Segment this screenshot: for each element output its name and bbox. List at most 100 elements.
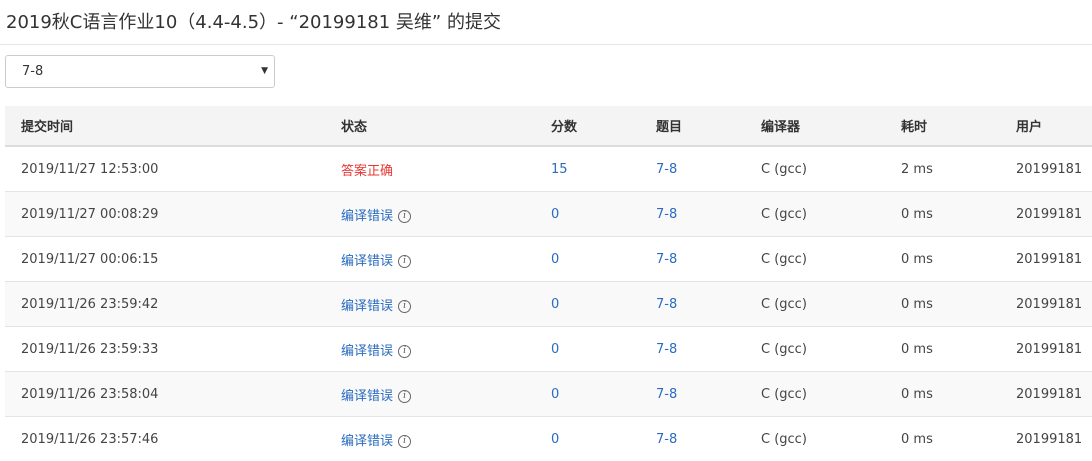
submission-score[interactable]: 15 bbox=[551, 162, 568, 177]
info-circle-icon[interactable]: i bbox=[398, 435, 411, 448]
submission-problem[interactable]: 7-8 bbox=[656, 207, 677, 222]
submission-status[interactable]: 编译错误 bbox=[341, 209, 393, 224]
column-header-compiler: 编译器 bbox=[761, 106, 901, 146]
submission-score-cell: 0 bbox=[551, 372, 656, 417]
submission-problem-cell: 7-8 bbox=[656, 327, 761, 372]
table-row: 2019/11/27 00:08:29 编译错误 i 0 7-8 C (gcc) 0 ms 2… bbox=[5, 192, 1092, 237]
submission-user-cell: 20199181 bbox=[1016, 192, 1092, 237]
submission-compiler: C (gcc) bbox=[761, 162, 807, 177]
submission-problem[interactable]: 7-8 bbox=[656, 297, 677, 312]
submission-user: 20199181 bbox=[1016, 297, 1082, 312]
submission-duration: 0 ms bbox=[901, 432, 933, 447]
submission-score-cell: 0 bbox=[551, 282, 656, 327]
submission-time: 2019/11/26 23:58:04 bbox=[21, 387, 158, 402]
submission-compiler-cell: C (gcc) bbox=[761, 146, 901, 192]
submission-problem[interactable]: 7-8 bbox=[656, 342, 677, 357]
submission-score[interactable]: 0 bbox=[551, 252, 559, 267]
submission-time: 2019/11/26 23:59:42 bbox=[21, 297, 158, 312]
submission-time: 2019/11/26 23:59:33 bbox=[21, 342, 158, 357]
submission-status-cell: 编译错误 i bbox=[341, 282, 551, 327]
column-header-time: 提交时间 bbox=[5, 106, 341, 146]
submission-score-cell: 15 bbox=[551, 146, 656, 192]
submission-user-cell: 20199181 bbox=[1016, 327, 1092, 372]
info-circle-icon[interactable]: i bbox=[398, 255, 411, 268]
submission-status[interactable]: 编译错误 bbox=[341, 434, 393, 449]
info-circle-icon[interactable]: i bbox=[398, 300, 411, 313]
submission-duration-cell: 2 ms bbox=[901, 146, 1016, 192]
submission-score[interactable]: 0 bbox=[551, 297, 559, 312]
submission-problem[interactable]: 7-8 bbox=[656, 432, 677, 447]
submission-score-cell: 0 bbox=[551, 192, 656, 237]
submission-user: 20199181 bbox=[1016, 387, 1082, 402]
submission-score[interactable]: 0 bbox=[551, 342, 559, 357]
submission-duration-cell: 0 ms bbox=[901, 372, 1016, 417]
submission-duration: 0 ms bbox=[901, 342, 933, 357]
submission-compiler: C (gcc) bbox=[761, 387, 807, 402]
submission-user: 20199181 bbox=[1016, 162, 1082, 177]
submission-problem-cell: 7-8 bbox=[656, 146, 761, 192]
submission-compiler-cell: C (gcc) bbox=[761, 237, 901, 282]
submission-score[interactable]: 0 bbox=[551, 207, 559, 222]
submission-status-cell: 编译错误 i bbox=[341, 237, 551, 282]
submission-score[interactable]: 0 bbox=[551, 387, 559, 402]
submission-status[interactable]: 编译错误 bbox=[341, 254, 393, 269]
submission-duration-cell: 0 ms bbox=[901, 282, 1016, 327]
submission-status[interactable]: 答案正确 bbox=[341, 164, 393, 179]
submission-user-cell: 20199181 bbox=[1016, 146, 1092, 192]
problem-select[interactable]: 7-8 ▼ bbox=[5, 55, 275, 88]
submission-status[interactable]: 编译错误 bbox=[341, 299, 393, 314]
table-header-row: 提交时间 状态 分数 题目 编译器 耗时 用户 bbox=[5, 106, 1092, 146]
submission-user-cell: 20199181 bbox=[1016, 237, 1092, 282]
submission-time: 2019/11/26 23:57:46 bbox=[21, 432, 158, 447]
submission-user: 20199181 bbox=[1016, 342, 1082, 357]
info-circle-icon[interactable]: i bbox=[398, 210, 411, 223]
submission-status-cell: 编译错误 i bbox=[341, 327, 551, 372]
submission-time-cell: 2019/11/26 23:59:42 bbox=[5, 282, 341, 327]
submission-problem-cell: 7-8 bbox=[656, 192, 761, 237]
submission-compiler: C (gcc) bbox=[761, 252, 807, 267]
submission-time: 2019/11/27 00:08:29 bbox=[21, 207, 158, 222]
submission-compiler-cell: C (gcc) bbox=[761, 327, 901, 372]
submission-time-cell: 2019/11/26 23:58:04 bbox=[5, 372, 341, 417]
table-row: 2019/11/26 23:58:04 编译错误 i 0 7-8 C (gcc) 0 ms2… bbox=[5, 372, 1092, 417]
submission-compiler: C (gcc) bbox=[761, 207, 807, 222]
submission-status[interactable]: 编译错误 bbox=[341, 344, 393, 359]
info-circle-icon[interactable]: i bbox=[398, 390, 411, 403]
submission-duration: 2 ms bbox=[901, 162, 933, 177]
submission-compiler-cell: C (gcc) bbox=[761, 417, 901, 461]
submission-problem[interactable]: 7-8 bbox=[656, 162, 677, 177]
table-row: 2019/11/26 23:59:33 编译错误 i 0 7-8 C (gcc) 0 ms 2… bbox=[5, 327, 1092, 372]
submission-problem-cell: 7-8 bbox=[656, 282, 761, 327]
submission-status[interactable]: 编译错误 bbox=[341, 389, 393, 404]
submission-status-cell: 答案正确 bbox=[341, 146, 551, 192]
submission-duration-cell: 0 ms bbox=[901, 192, 1016, 237]
info-circle-icon[interactable]: i bbox=[398, 345, 411, 358]
submission-user: 20199181 bbox=[1016, 252, 1082, 267]
column-header-status: 状态 bbox=[341, 106, 551, 146]
submission-compiler-cell: C (gcc) bbox=[761, 282, 901, 327]
submission-score-cell: 0 bbox=[551, 327, 656, 372]
submission-user-cell: 20199181 bbox=[1016, 372, 1092, 417]
submission-compiler: C (gcc) bbox=[761, 342, 807, 357]
submissions-table: 提交时间 状态 分数 题目 编译器 耗时 用户 2019/11/27 12:53… bbox=[5, 106, 1092, 461]
problem-select-value: 7-8 bbox=[22, 56, 43, 87]
submission-duration-cell: 0 ms bbox=[901, 237, 1016, 282]
column-header-user: 用户 bbox=[1016, 106, 1092, 146]
submission-compiler: C (gcc) bbox=[761, 432, 807, 447]
page-title: 2019秋C语言作业10（4.4-4.5）- “20199181 吴维” 的提交 bbox=[6, 9, 501, 37]
submission-problem[interactable]: 7-8 bbox=[656, 387, 677, 402]
submission-problem[interactable]: 7-8 bbox=[656, 252, 677, 267]
submission-status-cell: 编译错误 i bbox=[341, 372, 551, 417]
submission-problem-cell: 7-8 bbox=[656, 237, 761, 282]
submission-time: 2019/11/27 00:06:15 bbox=[21, 252, 158, 267]
caret-down-icon: ▼ bbox=[261, 56, 268, 87]
submission-time: 2019/11/27 12:53:00 bbox=[21, 162, 158, 177]
submission-duration: 0 ms bbox=[901, 207, 933, 222]
submission-duration: 0 ms bbox=[901, 297, 933, 312]
submission-time-cell: 2019/11/27 00:06:15 bbox=[5, 237, 341, 282]
submission-duration: 0 ms bbox=[901, 252, 933, 267]
column-header-problem: 题目 bbox=[656, 106, 761, 146]
submission-score[interactable]: 0 bbox=[551, 432, 559, 447]
submission-user-cell: 20199181 bbox=[1016, 417, 1092, 461]
submission-time-cell: 2019/11/26 23:57:46 bbox=[5, 417, 341, 461]
